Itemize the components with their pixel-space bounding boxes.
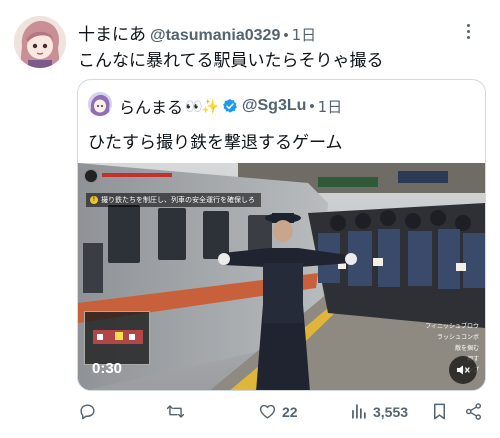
- quote-header: らんまる 👀✨ @Sg3Lu • 1日: [119, 94, 342, 118]
- like-button[interactable]: 22: [258, 402, 298, 421]
- video-timer: 0:30: [92, 360, 123, 377]
- avatar[interactable]: [14, 16, 66, 68]
- share-icon: [465, 403, 482, 420]
- separator-dot: •: [283, 27, 289, 44]
- hud-minimap: [84, 311, 150, 365]
- user-handle[interactable]: @tasumania0329: [150, 27, 280, 45]
- quote-avatar[interactable]: [88, 92, 112, 116]
- retweet-button[interactable]: [166, 402, 190, 421]
- hud-action: 敵を掴む: [454, 345, 479, 352]
- quote-user-handle[interactable]: @Sg3Lu: [242, 97, 307, 115]
- hud-action: フィニッシュブロウ: [425, 323, 479, 330]
- reply-icon: [80, 404, 95, 420]
- heart-icon: [259, 404, 276, 419]
- more-options-icon[interactable]: [458, 22, 478, 42]
- quote-name-emoji: 👀✨: [185, 97, 219, 114]
- quote-timestamp[interactable]: 1日: [318, 96, 343, 117]
- action-bar: 22 3,553: [78, 402, 488, 426]
- quote-text: ひたすら撮り鉄を撃退するゲーム: [88, 133, 343, 153]
- views-chart-icon: [352, 404, 366, 419]
- speaker-muted-icon: [457, 365, 470, 375]
- tweet[interactable]: 十まにあ @tasumania0329 • 1日 こんなに暴れてる駅員いたらそり…: [0, 0, 500, 438]
- like-count: 22: [282, 403, 298, 420]
- share-button[interactable]: [464, 402, 483, 421]
- tweet-text: こんなに暴れてる駅員いたらそりゃ撮る: [78, 51, 384, 71]
- quote-display-name[interactable]: らんまる: [119, 94, 183, 118]
- hud-objective: ! 撮り鉄たちを制圧し、列車の安全運行を確保しろ: [86, 193, 261, 207]
- bookmark-button[interactable]: [430, 402, 449, 421]
- views-button[interactable]: 3,553: [349, 402, 408, 421]
- hud-character-icon: [84, 169, 98, 183]
- reply-button[interactable]: [78, 402, 102, 421]
- quote-separator-dot: •: [309, 97, 315, 115]
- display-name[interactable]: 十まにあ: [78, 20, 146, 45]
- hud-health-bar: [102, 173, 172, 177]
- hud-action: ラッシュコンボ: [436, 334, 479, 341]
- verified-badge-icon: [222, 99, 237, 113]
- mute-button[interactable]: [449, 356, 477, 384]
- retweet-icon: [166, 405, 185, 418]
- timestamp[interactable]: 1日: [292, 24, 317, 45]
- bookmark-icon: [433, 403, 446, 420]
- tweet-header: 十まにあ @tasumania0329 • 1日: [78, 20, 316, 45]
- quoted-tweet[interactable]: らんまる 👀✨ @Sg3Lu • 1日 ひたすら撮り鉄を撃退するゲーム ! 撮り…: [77, 79, 486, 391]
- video-player[interactable]: ! 撮り鉄たちを制圧し、列車の安全運行を確保しろ 0:30 フィニッシュブロウ ラ…: [78, 163, 485, 390]
- view-count: 3,553: [373, 403, 409, 420]
